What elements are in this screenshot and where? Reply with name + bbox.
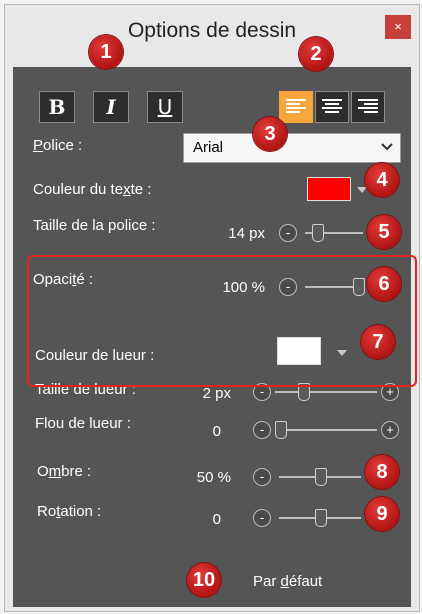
align-left-button[interactable] bbox=[279, 91, 313, 123]
font-size-decrease-button[interactable]: - bbox=[279, 224, 297, 242]
glow-blur-value: 0 bbox=[212, 423, 221, 440]
align-right-button[interactable] bbox=[351, 91, 385, 123]
align-center-button[interactable] bbox=[315, 91, 349, 123]
rotation-label-pre: Ro bbox=[37, 503, 57, 520]
title-bar: Options de dessin × bbox=[5, 5, 419, 51]
callout-badge-6: 6 bbox=[367, 267, 401, 301]
rotation-decrease-button[interactable]: - bbox=[253, 509, 271, 527]
shadow-slider-thumb[interactable] bbox=[315, 468, 327, 486]
bold-button[interactable]: B bbox=[39, 91, 75, 123]
text-color-dropdown-icon[interactable] bbox=[357, 187, 367, 193]
text-color-label-pre: Couleur du te bbox=[33, 181, 124, 198]
glow-blur-decrease-button[interactable]: - bbox=[253, 421, 271, 439]
text-color-label-key: x bbox=[123, 181, 131, 198]
default-label-key: d bbox=[280, 573, 289, 590]
shadow-label-pre: O bbox=[37, 463, 49, 480]
window-title: Options de dessin bbox=[127, 19, 297, 42]
callout-badge-1: 1 bbox=[89, 35, 123, 69]
rotation-value: 0 bbox=[212, 511, 221, 528]
font-size-slider-thumb[interactable] bbox=[312, 224, 325, 242]
default-label-post: éfaut bbox=[288, 573, 323, 590]
text-color-label: Couleur du texte : bbox=[33, 181, 151, 199]
text-color-label-post: te : bbox=[130, 181, 152, 198]
font-size-label: Taille de la police : bbox=[33, 217, 156, 234]
default-button[interactable]: Par défaut bbox=[253, 573, 322, 590]
shadow-label-key: m bbox=[48, 463, 62, 480]
shadow-label: Ombre : bbox=[37, 463, 91, 481]
align-right-icon bbox=[358, 99, 378, 113]
shadow-value: 50 % bbox=[196, 469, 231, 486]
rotation-label-post: ation : bbox=[60, 503, 102, 520]
font-select-value: Arial bbox=[193, 139, 224, 156]
font-size-value: 14 px bbox=[228, 225, 265, 242]
glow-size-value: 2 px bbox=[202, 385, 231, 402]
callout-badge-2: 2 bbox=[299, 37, 333, 71]
align-left-icon bbox=[286, 99, 306, 113]
glow-blur-slider-thumb[interactable] bbox=[275, 421, 287, 439]
callout-badge-7: 7 bbox=[361, 325, 395, 359]
close-button[interactable]: × bbox=[385, 15, 411, 39]
glow-options-highlight-frame bbox=[27, 255, 417, 387]
default-label-pre: Par bbox=[253, 573, 281, 590]
callout-badge-10: 10 bbox=[187, 563, 221, 597]
shadow-label-post: bre : bbox=[61, 463, 92, 480]
font-select[interactable]: Arial bbox=[183, 133, 401, 163]
align-center-icon bbox=[322, 99, 342, 113]
font-label-rest: olice : bbox=[43, 137, 83, 154]
rotation-slider-thumb[interactable] bbox=[315, 509, 327, 527]
glow-blur-label: Flou de lueur : bbox=[35, 415, 131, 432]
callout-badge-4: 4 bbox=[365, 163, 399, 197]
callout-badge-8: 8 bbox=[365, 455, 399, 489]
drawing-options-window: Options de dessin × B I U Police: Arial… bbox=[4, 4, 420, 612]
shadow-decrease-button[interactable]: - bbox=[253, 468, 271, 486]
glow-size-slider-track bbox=[275, 391, 377, 393]
chevron-down-icon bbox=[381, 143, 393, 151]
font-label: Police : bbox=[33, 137, 82, 155]
rotation-label: Rotation : bbox=[37, 503, 101, 521]
callout-badge-5: 5 bbox=[367, 215, 401, 249]
callout-badge-9: 9 bbox=[365, 497, 399, 531]
glow-blur-slider-track bbox=[275, 429, 377, 431]
text-color-swatch[interactable] bbox=[307, 177, 351, 201]
font-label-key: P bbox=[33, 137, 44, 154]
glow-blur-increase-button[interactable]: + bbox=[381, 421, 399, 439]
callout-badge-3: 3 bbox=[253, 117, 287, 151]
italic-button[interactable]: I bbox=[93, 91, 129, 123]
underline-button[interactable]: U bbox=[147, 91, 183, 123]
